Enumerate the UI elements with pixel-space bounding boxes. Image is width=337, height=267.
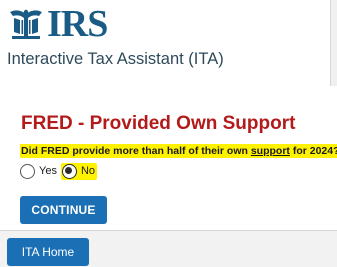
option-yes[interactable]: Yes: [20, 163, 57, 179]
support-link[interactable]: support: [251, 145, 290, 157]
answer-radio-group: Yes No: [20, 162, 98, 180]
question-text-before: Did FRED provide more than half of their…: [21, 145, 251, 157]
footer: ITA Home: [0, 230, 337, 267]
question-text-after: for 2024?: [289, 145, 337, 157]
yes-label: Yes: [39, 165, 57, 177]
site-header: IRS Interactive Tax Assistant (ITA): [0, 0, 337, 78]
option-no[interactable]: No: [60, 162, 98, 180]
app-title: Interactive Tax Assistant (ITA): [7, 50, 224, 68]
irs-eagle-logo-icon: [10, 9, 42, 39]
question-title: FRED - Provided Own Support: [21, 113, 296, 134]
question-text: Did FRED provide more than half of their…: [20, 144, 337, 158]
logo-text: IRS: [47, 3, 108, 45]
irs-logo[interactable]: IRS: [6, 3, 108, 45]
no-radio[interactable]: [61, 163, 77, 179]
yes-radio[interactable]: [20, 163, 35, 179]
continue-button[interactable]: CONTINUE: [20, 196, 107, 224]
scrollbar-edge: [330, 0, 337, 86]
ita-home-button[interactable]: ITA Home: [7, 238, 89, 266]
page: IRS Interactive Tax Assistant (ITA) FRED…: [0, 0, 337, 267]
no-label: No: [80, 165, 96, 177]
